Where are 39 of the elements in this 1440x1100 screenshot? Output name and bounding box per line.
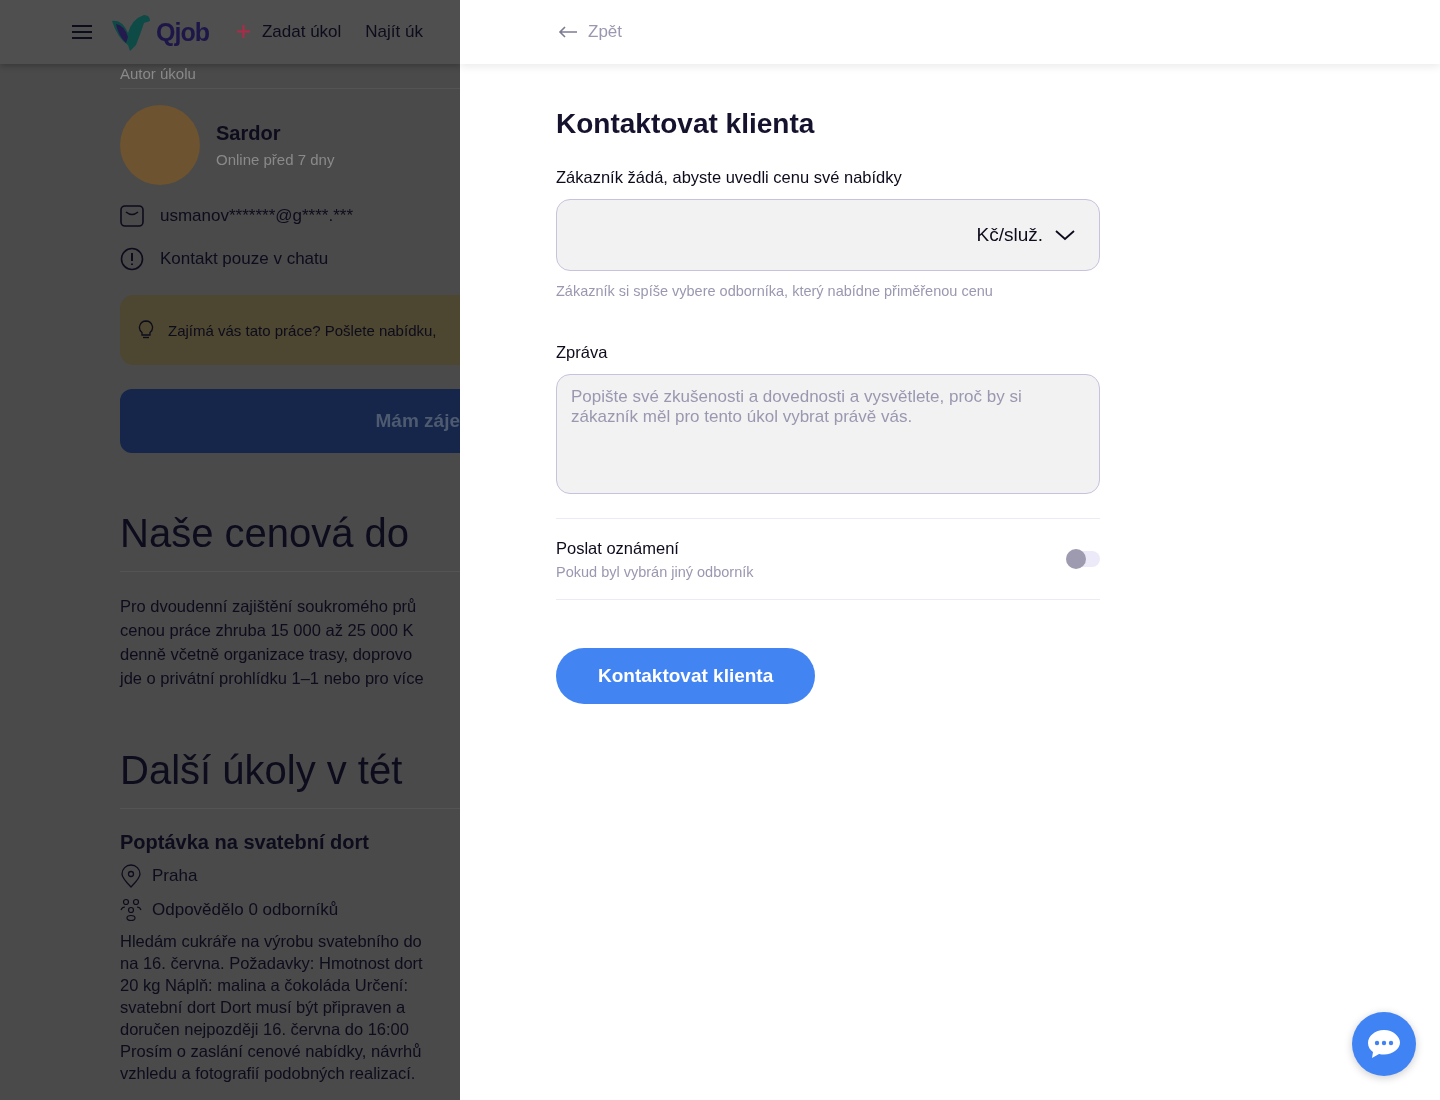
- exclamation-icon: [120, 247, 144, 271]
- message-field[interactable]: Popište své zkušenosti a dovednosti a vysvětlete, proč by si zákazník měl pro tento úkol vybrat právě vás.: [556, 374, 1100, 494]
- field-label: Zpráva: [556, 343, 609, 362]
- logo-text[interactable]: Qjob: [156, 17, 209, 47]
- task-location: Praha: [152, 866, 198, 886]
- section-heading: Další úkoly v tét: [120, 747, 404, 794]
- section-label: Autor úkolu: [120, 64, 460, 89]
- task-responses: Odpovědělo 0 odborníků: [152, 900, 339, 920]
- field-label: Zákazník žádá, abyste uvedli cenu své nabídky: [556, 168, 903, 187]
- chat-bubble-icon: [1367, 1029, 1401, 1059]
- contact-text: Kontakt pouze v chatu: [160, 249, 329, 269]
- author-name: Sardor: [216, 122, 282, 145]
- interest-button[interactable]: Mám záje: [120, 389, 460, 453]
- submit-button[interactable]: Kontaktovat klienta: [556, 648, 816, 704]
- task-title[interactable]: Poptávka na svatební dort: [120, 831, 460, 854]
- people-icon: [120, 898, 142, 922]
- section-heading: Naše cenová do: [120, 510, 411, 557]
- notify-toggle[interactable]: [1066, 551, 1100, 567]
- back-link[interactable]: Zpět: [558, 22, 623, 42]
- location-pin-icon: [120, 864, 142, 888]
- arrow-left-icon: [558, 26, 578, 38]
- online-status: Online před 7 dny: [216, 151, 335, 168]
- price-field[interactable]: Kč/služ.: [556, 199, 1100, 271]
- nav-link[interactable]: Najít úk: [365, 22, 423, 42]
- notify-description: Pokud byl vybrán jiný odborník: [556, 563, 754, 580]
- notify-label: Poslat oznámení: [556, 538, 680, 558]
- lightbulb-icon: [138, 320, 154, 340]
- plus-icon: [236, 25, 250, 38]
- price-description: Pro dvoudenní zajištění soukromého prů cenou práce zhruba 15 000 až 25 000 K denně včetně organizace trasy, doprovo jde o privátní prohlídku 1–1 nebo pro více: [120, 596, 425, 689]
- envelope-icon: [120, 205, 144, 227]
- add-task-link[interactable]: Zadat úkol: [236, 22, 342, 42]
- field-hint: Zákazník si spíše vybere odborníka, který nabídne přiměřenou cenu: [556, 283, 994, 299]
- task-description: Hledám cukráře na výrobu svatebního do na 16. června. Požadavky: Hmotnost dort 20 kg Náplň: malina a čokoláda Určení: svatební dort Dort musí být připraven a doručen nejpozději 16. června do 16:00 Prosím o zaslání cenové nabídky, návrhů vzhledu a fotografií podobných realizací.: [120, 931, 424, 1084]
- contact-text: usmanov*******@g****.***: [160, 206, 354, 226]
- hint-text: Zajímá vás tato práce? Pošlete nabídku,: [168, 321, 437, 339]
- form-title: Kontaktovat klienta: [556, 108, 816, 140]
- menu-icon[interactable]: [72, 25, 92, 39]
- chevron-down-icon: [1055, 229, 1075, 241]
- unit-dropdown[interactable]: Kč/služ.: [976, 224, 1075, 246]
